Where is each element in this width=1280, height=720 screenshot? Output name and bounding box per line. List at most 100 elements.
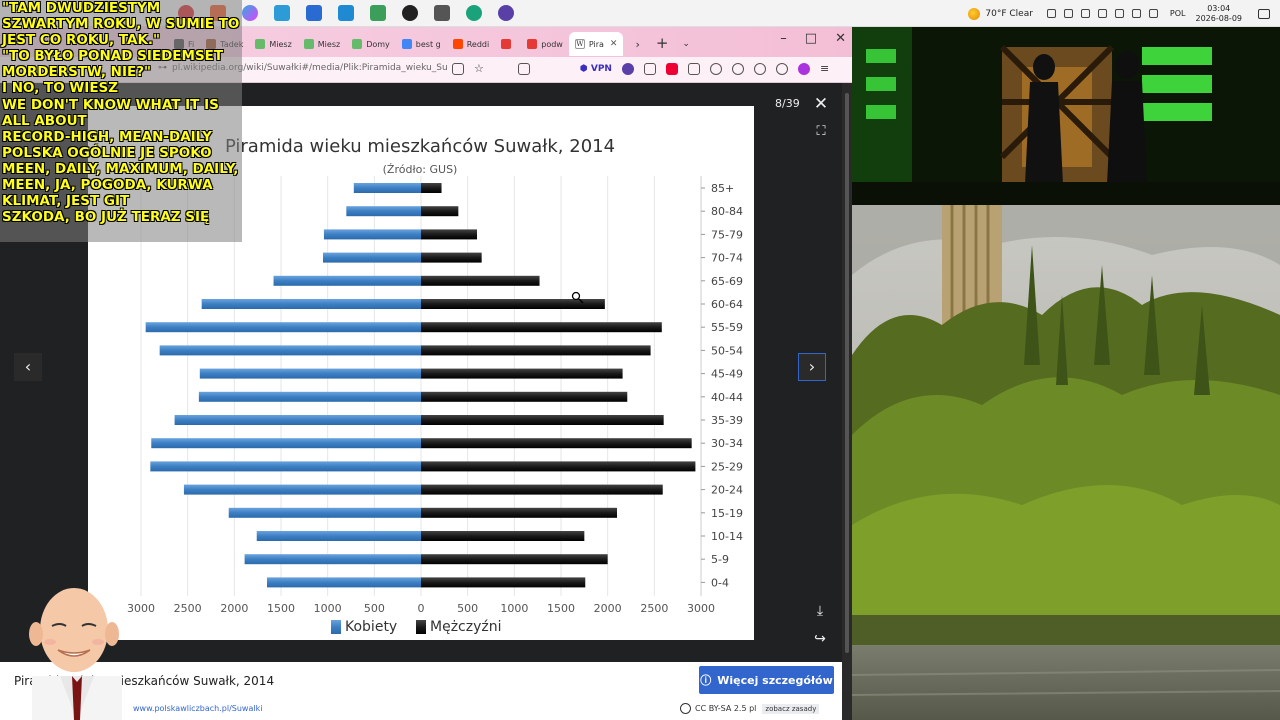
lyrics-line: I NO, TO WIESZ	[2, 80, 119, 97]
extension-icon[interactable]	[643, 62, 656, 75]
m-extension-icon[interactable]	[621, 62, 634, 75]
language-indicator[interactable]: POL	[1170, 9, 1186, 18]
y-category-label: 45-49	[711, 368, 743, 381]
share-icon[interactable]: ↪	[812, 631, 828, 647]
tab-8[interactable]: podw	[521, 32, 569, 56]
reader-mode-icon[interactable]	[452, 62, 464, 75]
bar-mezczyzni	[421, 531, 585, 541]
bar-kobiety	[201, 299, 421, 309]
bar-mezczyzni	[421, 252, 482, 263]
bar-kobiety	[256, 531, 421, 541]
tab-2[interactable]: Miesz	[249, 32, 297, 56]
license-terms-link[interactable]: zobacz zasady	[762, 703, 820, 714]
tab-label: Reddi	[466, 39, 490, 49]
close-viewer-button[interactable]: ✕	[812, 95, 830, 113]
tab-4[interactable]: Domy	[346, 32, 396, 56]
previous-image-button[interactable]: ‹	[14, 353, 42, 381]
download-icon[interactable]: ⤓	[812, 603, 828, 619]
copilot-ext-icon[interactable]	[797, 62, 810, 75]
chatgpt-icon[interactable]	[466, 5, 482, 21]
bar-kobiety	[244, 554, 421, 565]
scrollbar[interactable]	[842, 83, 852, 720]
clock-date: 2026-08-09	[1195, 13, 1243, 23]
weather-widget[interactable]: 70°F Clear	[968, 7, 1033, 20]
weather-text: 70°F Clear	[985, 8, 1033, 19]
tab-3[interactable]: Miesz	[298, 32, 346, 56]
vs-icon[interactable]	[370, 5, 386, 21]
x-tick-label: 1000	[314, 602, 342, 615]
lyrics-line: "TAM DWUDZIESTYM	[2, 0, 161, 16]
vpn-button[interactable]: ⬢ VPN	[580, 64, 612, 74]
desktop-screen: 70°F Clear POL 03:04 2026-08-09 FiTadek	[0, 0, 1280, 720]
network-icon[interactable]	[1114, 9, 1124, 18]
tab-active[interactable]: W Pira ✕	[568, 32, 624, 56]
microphone-icon[interactable]	[1063, 9, 1073, 18]
maximize-icon[interactable]: □	[805, 31, 817, 46]
license-text[interactable]: CC BY-SA 2.5 pl	[695, 704, 756, 713]
sidebar-icon[interactable]	[517, 62, 530, 75]
tab-7[interactable]	[495, 32, 521, 56]
notification-icon[interactable]	[1258, 8, 1270, 19]
tab-5[interactable]: best g	[396, 32, 447, 56]
calculator-icon[interactable]	[434, 5, 450, 21]
y-category-label: 25-29	[711, 460, 743, 473]
source-link[interactable]: www.polskawliczbach.pl/Suwalki	[133, 704, 262, 713]
bar-mezczyzni	[421, 577, 586, 588]
tab-active-label: Pira	[588, 39, 604, 49]
tab-favicon-icon	[352, 39, 363, 49]
next-image-button[interactable]: ›	[798, 353, 826, 381]
tab-favicon-icon	[303, 39, 314, 49]
more-details-button[interactable]: ⓘ Więcej szczegółów	[699, 666, 834, 694]
photos-icon[interactable]	[274, 5, 290, 21]
bar-kobiety	[346, 206, 421, 217]
bar-mezczyzni	[421, 438, 692, 449]
bookmark-star-icon[interactable]: ☆	[474, 62, 484, 75]
system-tray: 70°F Clear POL 03:04 2026-08-09	[968, 0, 1270, 27]
y-category-label: 30-34	[711, 437, 743, 450]
y-category-label: 50-54	[711, 344, 743, 357]
slides-icon[interactable]	[306, 5, 322, 21]
tab-scroll-right-icon[interactable]: ›	[635, 38, 639, 51]
clock[interactable]: 03:04 2026-08-09	[1196, 4, 1243, 24]
copilot-icon[interactable]	[242, 5, 258, 21]
lyrics-line: MEEN, JA, POGODA, KURWA	[2, 177, 213, 194]
lyrics-line: ALL ABOUT	[2, 112, 87, 129]
y-category-label: 10-14	[711, 530, 743, 543]
media-icon[interactable]	[498, 5, 514, 21]
obs-icon[interactable]	[402, 5, 418, 21]
fullscreen-icon[interactable]: ⛶	[813, 124, 829, 140]
bar-mezczyzni	[421, 345, 651, 356]
new-tab-icon[interactable]: +	[656, 34, 669, 52]
mic-off-icon[interactable]	[1080, 9, 1090, 18]
translate-icon[interactable]	[687, 62, 700, 75]
lyrics-line: MORDERSTW, NIE?"	[2, 64, 152, 81]
vscode-icon[interactable]	[338, 5, 354, 21]
bar-mezczyzni	[421, 368, 623, 379]
menu-icon[interactable]: ≡	[820, 62, 829, 75]
close-window-icon[interactable]: ✕	[835, 31, 846, 46]
settings-ext-icon[interactable]	[731, 62, 744, 75]
wifi-icon[interactable]	[1097, 9, 1107, 18]
chevron-up-icon[interactable]	[1046, 9, 1056, 18]
lyrics-line: WE DON'T KNOW WHAT IT IS	[2, 96, 219, 113]
lyrics-line: RECORD-HIGH, MEAN-DAILY	[2, 128, 212, 145]
volume-icon[interactable]	[1131, 9, 1141, 18]
tab-favicon-icon	[452, 39, 463, 49]
audio-ext-icon[interactable]	[753, 62, 766, 75]
minimize-icon[interactable]: –	[780, 31, 787, 46]
legend-swatch-kobiety	[331, 620, 341, 634]
battery-icon[interactable]	[1148, 9, 1158, 18]
extension-icons: ☆ ⬢ VPN ≡	[452, 62, 829, 75]
bar-kobiety	[150, 461, 422, 472]
tab-search-icon[interactable]: ⌄	[682, 39, 690, 49]
x-tick-label: 2000	[220, 602, 248, 615]
scrollbar-thumb[interactable]	[845, 93, 849, 653]
bar-mezczyzni	[421, 206, 459, 217]
shield-icon[interactable]	[665, 62, 678, 75]
tab-close-icon[interactable]: ✕	[610, 39, 618, 49]
microphone-ext-icon[interactable]	[709, 62, 722, 75]
license-info: CC BY-SA 2.5 pl zobacz zasady	[680, 703, 820, 714]
tab-6[interactable]: Reddi	[447, 32, 496, 56]
bar-kobiety	[228, 507, 421, 518]
player-ext-icon[interactable]	[775, 62, 788, 75]
